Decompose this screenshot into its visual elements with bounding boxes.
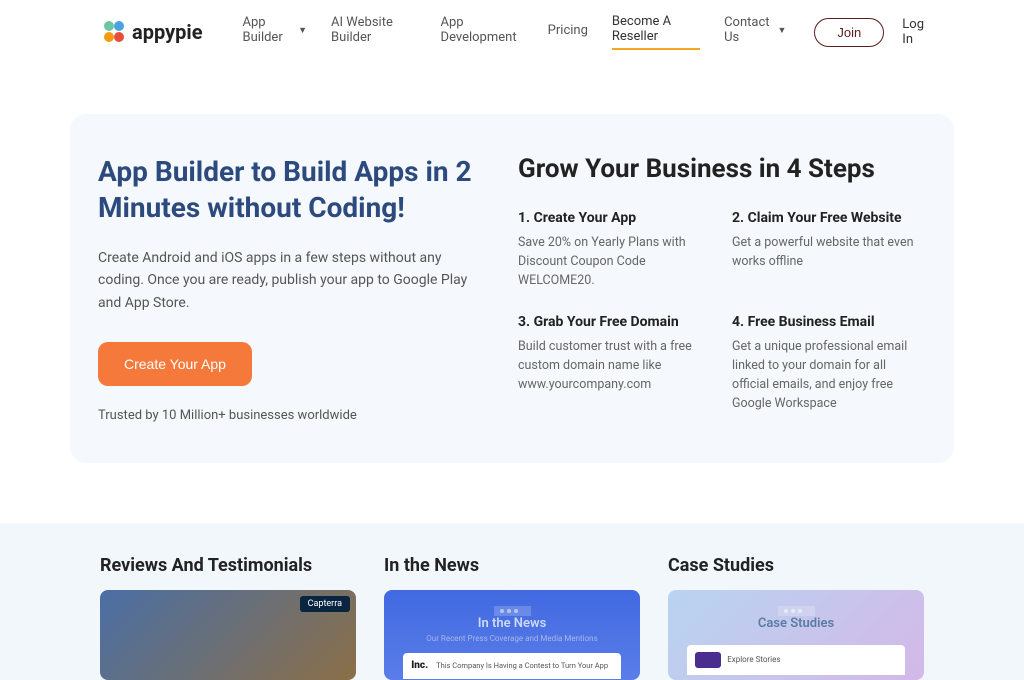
header: appypie App Builder▼ AI Website Builder … <box>0 0 1024 64</box>
case-studies-card[interactable]: Case Studies Case Studies Explore Storie… <box>668 555 924 680</box>
step-1: 1. Create Your App Save 20% on Yearly Pla… <box>518 210 712 290</box>
main-nav: App Builder▼ AI Website Builder App Deve… <box>243 14 787 50</box>
logo-text: appypie <box>132 20 203 44</box>
step-title: 1. Create Your App <box>518 210 712 226</box>
nav-become-reseller[interactable]: Become A Reseller <box>612 14 700 50</box>
news-headline: Inc. This Company Is Having a Contest to… <box>403 653 621 679</box>
nav-ai-website-builder[interactable]: AI Website Builder <box>331 14 416 50</box>
hero-description: Create Android and iOS apps in a few ste… <box>98 247 478 314</box>
hero-title: App Builder to Build Apps in 2 Minutes w… <box>98 154 478 227</box>
grow-title: Grow Your Business in 4 Steps <box>518 154 926 184</box>
step-title: 3. Grab Your Free Domain <box>518 314 712 330</box>
news-image: In the News Our Recent Press Coverage an… <box>384 590 640 680</box>
card-title: Case Studies <box>668 555 924 576</box>
hero-right: Grow Your Business in 4 Steps 1. Create … <box>518 154 926 423</box>
login-link[interactable]: Log In <box>902 17 924 47</box>
nav-app-builder[interactable]: App Builder▼ <box>243 14 308 50</box>
auth-area: Join Log In <box>814 17 924 47</box>
trusted-text: Trusted by 10 Million+ businesses worldw… <box>98 408 478 423</box>
step-3: 3. Grab Your Free Domain Build customer t… <box>518 314 712 413</box>
browser-bar <box>778 606 815 616</box>
hero-section: App Builder to Build Apps in 2 Minutes w… <box>70 114 954 463</box>
nav-app-development[interactable]: App Development <box>441 14 524 50</box>
case-logo-icon <box>695 652 721 668</box>
step-desc: Get a unique professional email linked t… <box>732 338 926 413</box>
step-title: 2. Claim Your Free Website <box>732 210 926 226</box>
step-4: 4. Free Business Email Get a unique profe… <box>732 314 926 413</box>
browser-bar <box>494 606 531 616</box>
step-desc: Save 20% on Yearly Plans with Discount C… <box>518 234 712 290</box>
card-title: Reviews And Testimonials <box>100 555 356 576</box>
case-text: Explore Stories <box>727 655 780 664</box>
chevron-down-icon: ▼ <box>298 25 307 36</box>
reviews-card[interactable]: Reviews And Testimonials Capterra <box>100 555 356 680</box>
case-item: Explore Stories <box>687 645 905 675</box>
case-image: Case Studies Explore Stories <box>668 590 924 680</box>
step-title: 4. Free Business Email <box>732 314 926 330</box>
news-inner-sub: Our Recent Press Coverage and Media Ment… <box>426 634 597 643</box>
inc-logo: Inc. <box>411 660 428 671</box>
logo[interactable]: appypie <box>100 18 203 46</box>
create-app-button[interactable]: Create Your App <box>98 342 252 386</box>
nav-contact-us[interactable]: Contact Us▼ <box>724 14 786 50</box>
news-text: This Company Is Having a Contest to Turn… <box>436 661 608 670</box>
logo-icon <box>100 18 128 46</box>
reviews-image: Capterra <box>100 590 356 680</box>
join-button[interactable]: Join <box>814 18 884 47</box>
nav-pricing[interactable]: Pricing <box>548 14 588 50</box>
hero-left: App Builder to Build Apps in 2 Minutes w… <box>98 154 478 423</box>
chevron-down-icon: ▼ <box>778 25 787 36</box>
news-card[interactable]: In the News In the News Our Recent Press… <box>384 555 640 680</box>
step-desc: Build customer trust with a free custom … <box>518 338 712 394</box>
step-2: 2. Claim Your Free Website Get a powerful… <box>732 210 926 290</box>
news-inner-title: In the News <box>478 616 547 631</box>
step-desc: Get a powerful website that even works o… <box>732 234 926 272</box>
cards-row: Reviews And Testimonials Capterra In the… <box>100 555 924 680</box>
card-title: In the News <box>384 555 640 576</box>
case-inner-title: Case Studies <box>758 616 834 631</box>
steps-grid: 1. Create Your App Save 20% on Yearly Pla… <box>518 210 926 413</box>
social-proof-section: Reviews And Testimonials Capterra In the… <box>0 523 1024 680</box>
capterra-badge: Capterra <box>300 596 350 612</box>
